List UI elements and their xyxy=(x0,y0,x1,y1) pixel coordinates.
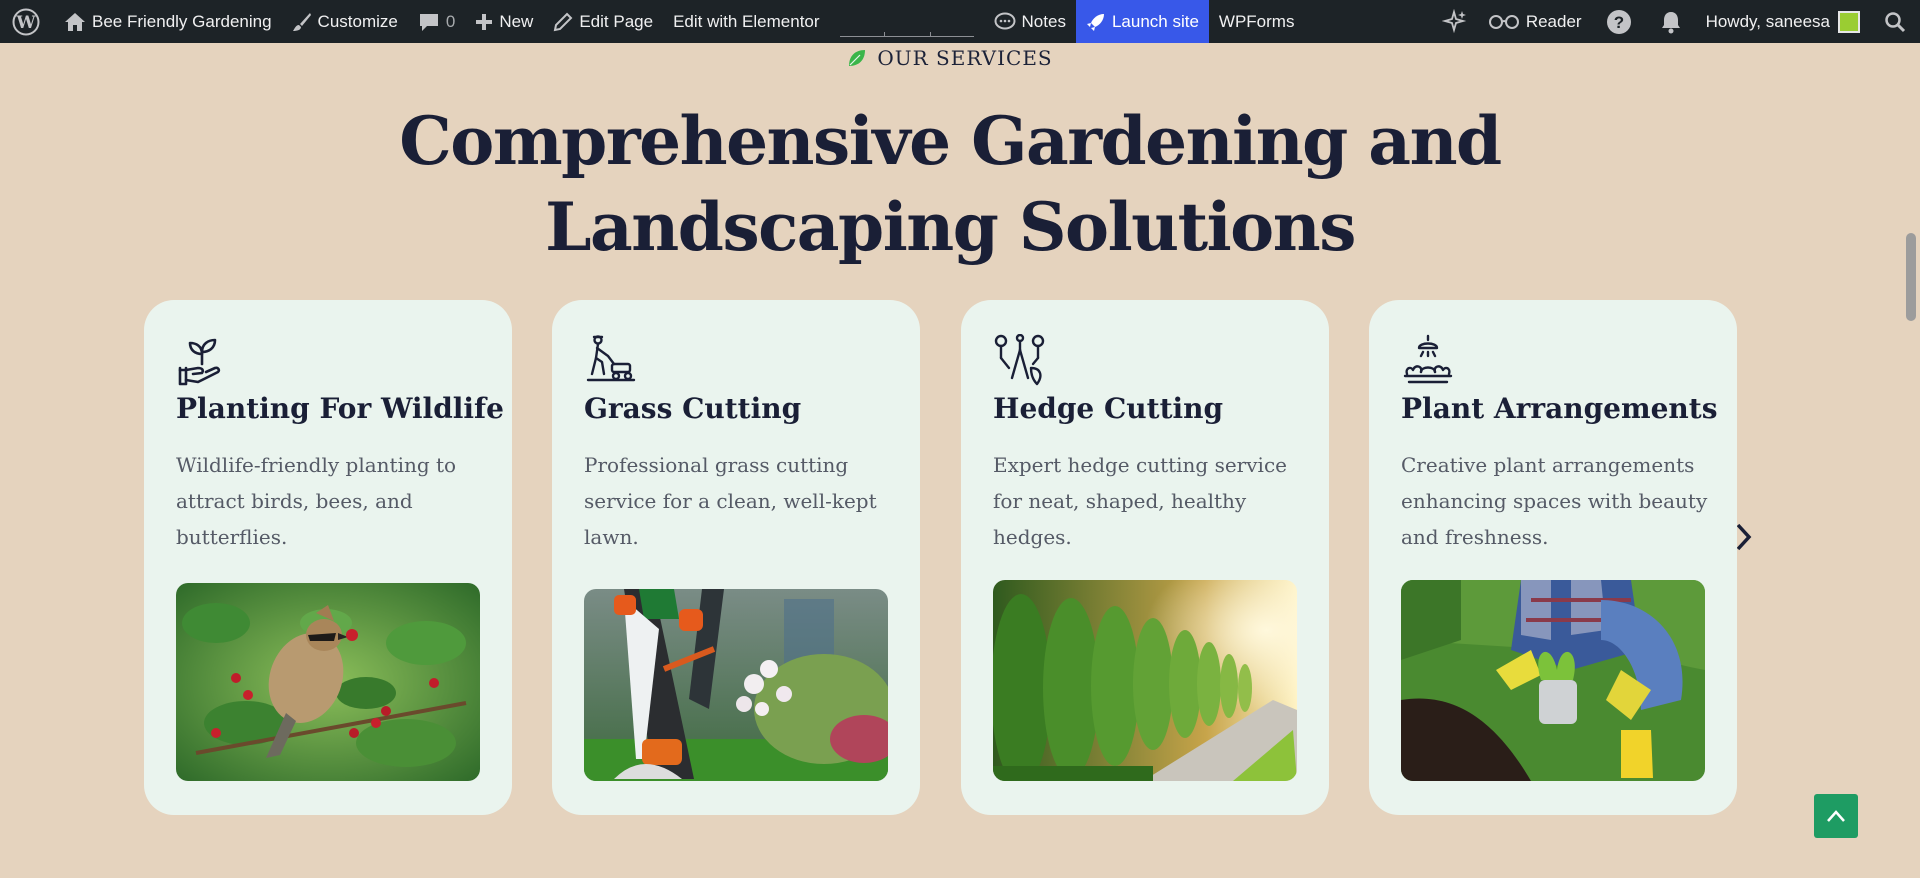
notes-label: Notes xyxy=(1021,11,1066,31)
card-title: Planting For Wildlife xyxy=(176,392,504,425)
pruning-tools-icon xyxy=(993,333,1047,388)
comment-bubble-icon xyxy=(419,13,438,31)
card-description: Professional grass cutting service for a… xyxy=(584,453,877,549)
wpforms-menu[interactable]: WPForms xyxy=(1209,0,1305,43)
sparkles-icon xyxy=(1441,8,1467,33)
bell-icon xyxy=(1661,11,1680,33)
new-label: New xyxy=(499,11,534,31)
help-button[interactable]: ? xyxy=(1592,0,1646,43)
gardener-planting-photo xyxy=(1401,580,1705,781)
avatar xyxy=(1838,10,1860,33)
search-button[interactable] xyxy=(1870,0,1920,43)
new-content-menu[interactable]: New xyxy=(465,0,543,43)
scrollbar-thumb[interactable] xyxy=(1906,233,1916,321)
bird-berry-photo xyxy=(176,583,480,781)
ruler-widget xyxy=(839,0,974,43)
trimmer-garden-photo xyxy=(584,589,888,781)
admin-bar: W Bee Friendly Gardening Customize 0 New… xyxy=(0,0,1920,43)
svg-text:?: ? xyxy=(1613,13,1623,32)
service-card-arrangements[interactable]: Plant Arrangements Creative plant arrang… xyxy=(1369,300,1737,815)
edit-with-elementor-link[interactable]: Edit with Elementor xyxy=(663,0,829,43)
wpforms-label: WPForms xyxy=(1218,11,1295,31)
notifications-button[interactable] xyxy=(1646,0,1696,43)
eyebrow-label: OUR SERVICES xyxy=(877,46,1053,70)
card-title: Grass Cutting xyxy=(584,392,802,425)
site-name-label: Bee Friendly Gardening xyxy=(92,11,272,31)
lawn-mower-icon xyxy=(584,334,638,388)
card-description: Expert hedge cutting service for neat, s… xyxy=(993,453,1287,549)
home-icon xyxy=(65,12,85,31)
launch-site-label: Launch site xyxy=(1111,11,1199,31)
reader-link[interactable]: Reader xyxy=(1478,0,1592,43)
card-title: Plant Arrangements xyxy=(1401,392,1718,425)
flowers-sprinkler-icon xyxy=(1401,334,1455,388)
customize-link[interactable]: Customize xyxy=(282,0,408,43)
page-scrollbar[interactable] xyxy=(1903,43,1920,878)
hand-sprout-icon xyxy=(176,334,230,388)
card-description: Wildlife-friendly planting to attract bi… xyxy=(176,453,457,549)
hedge-row-photo xyxy=(993,580,1297,781)
chevron-up-icon xyxy=(1827,810,1845,822)
wordpress-logo-icon[interactable]: W xyxy=(0,0,54,43)
leaf-icon xyxy=(849,50,866,66)
launch-site-button[interactable]: Launch site xyxy=(1075,0,1209,43)
site-name-menu[interactable]: Bee Friendly Gardening xyxy=(54,0,282,43)
service-card-grass[interactable]: Grass Cutting Professional grass cutting… xyxy=(552,300,920,815)
comments-count: 0 xyxy=(445,11,456,31)
pencil-icon xyxy=(554,12,573,31)
plus-icon xyxy=(476,13,493,30)
customize-label: Customize xyxy=(317,11,398,31)
svg-text:W: W xyxy=(15,13,36,33)
howdy-label: Howdy, saneesa xyxy=(1705,11,1830,31)
rocket-icon xyxy=(1086,13,1104,31)
search-icon xyxy=(1885,11,1906,32)
comments-link[interactable]: 0 xyxy=(408,0,465,43)
service-card-planting[interactable]: Planting For Wildlife Wildlife-friendly … xyxy=(144,300,512,815)
paintbrush-icon xyxy=(292,12,311,31)
edit-page-label: Edit Page xyxy=(579,11,654,31)
help-question-icon: ? xyxy=(1606,9,1631,34)
card-description: Creative plant arrangements enhancing sp… xyxy=(1401,453,1708,549)
card-title: Hedge Cutting xyxy=(993,392,1224,425)
glasses-icon xyxy=(1488,14,1519,29)
reader-label: Reader xyxy=(1525,11,1582,31)
edit-page-link[interactable]: Edit Page xyxy=(543,0,663,43)
account-menu[interactable]: Howdy, saneesa xyxy=(1696,0,1870,43)
edit-elementor-label: Edit with Elementor xyxy=(673,11,820,31)
notes-link[interactable]: Notes xyxy=(984,0,1076,43)
section-headline: Comprehensive Gardening and Landscaping … xyxy=(399,102,1502,266)
service-card-hedge[interactable]: Hedge Cutting Expert hedge cutting servi… xyxy=(961,300,1329,815)
back-to-top-button[interactable] xyxy=(1814,794,1858,838)
notes-bubble-icon xyxy=(994,12,1016,29)
ai-assistant-button[interactable] xyxy=(1432,0,1478,43)
section-eyebrow: OUR SERVICES xyxy=(0,46,1900,70)
